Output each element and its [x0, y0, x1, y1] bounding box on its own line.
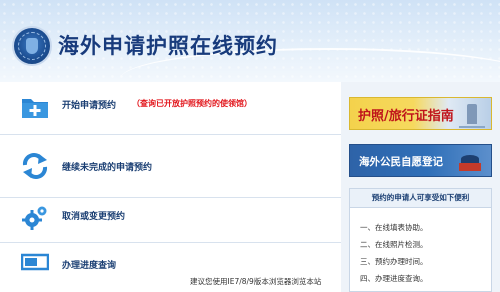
- emblem-core: [26, 38, 38, 54]
- list-item: 三、预约办理时间。: [360, 257, 428, 266]
- progress-bar-icon: [20, 252, 50, 278]
- benefits-list: 一、在线填表协助。 二、在线照片检测。 三、预约办理时间。 四、办理进度查询。: [360, 219, 428, 287]
- list-item: 四、办理进度查询。: [360, 274, 428, 283]
- page-header: 海外申请护照在线预约: [0, 0, 500, 82]
- gears-icon: [21, 204, 49, 230]
- browser-recommendation: 建议您使用IE7/8/9版本浏览器浏览本站: [190, 277, 322, 286]
- list-item: 一、在线填表协助。: [360, 223, 428, 232]
- refresh-arrows-icon: [21, 153, 49, 179]
- right-sidebar: 护照/旅行证指南 海外公民自愿登记 预约的申请人可享受如下便利 一、在线填表协助…: [341, 82, 500, 292]
- banner-label: 护照/旅行证指南: [358, 109, 454, 124]
- menu-item-label: 开始申请预约: [62, 101, 117, 111]
- list-item: 二、在线照片检测。: [360, 240, 428, 249]
- consular-emblem-logo: [12, 26, 52, 66]
- banner-label: 海外公民自愿登记: [359, 156, 443, 168]
- citizen-registration-banner[interactable]: 海外公民自愿登记: [349, 144, 492, 177]
- site-title: 海外申请护照在线预约: [58, 33, 278, 58]
- benefits-title: 预约的申请人可享受如下便利: [350, 189, 491, 208]
- menu-item-continue-appointment[interactable]: 继续未完成的申请预约: [0, 135, 341, 198]
- menu-item-label: 取消或变更预约: [62, 212, 126, 222]
- menu-item-label: 办理进度查询: [62, 261, 117, 271]
- menu-item-cancel-or-change[interactable]: 取消或变更预约: [0, 198, 341, 243]
- benefits-box: 预约的申请人可享受如下便利 一、在线填表协助。 二、在线照片检测。 三、预约办理…: [349, 188, 492, 292]
- tower-icon: [459, 104, 485, 128]
- passport-travel-guide-banner[interactable]: 护照/旅行证指南: [349, 97, 492, 130]
- open-consulates-link[interactable]: （查询已开放护照预约的使领馆）: [132, 98, 252, 109]
- folder-plus-icon: [21, 94, 49, 120]
- main-menu: 开始申请预约 （查询已开放护照预约的使领馆） 继续未完成的申请预约 取消或变更预…: [0, 82, 341, 292]
- temple-icon: [459, 151, 481, 173]
- menu-item-label: 继续未完成的申请预约: [62, 163, 153, 173]
- menu-item-start-appointment[interactable]: 开始申请预约 （查询已开放护照预约的使领馆）: [0, 82, 341, 135]
